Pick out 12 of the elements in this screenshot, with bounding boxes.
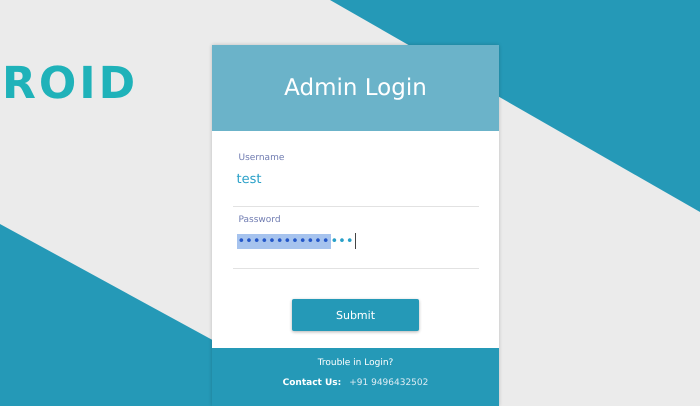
trouble-link[interactable]: Trouble in Login? xyxy=(318,358,394,368)
submit-button[interactable]: Submit xyxy=(292,299,419,331)
field-label: Username xyxy=(238,153,286,163)
logo-text: ROID xyxy=(2,62,138,106)
contact-label: Contact Us: xyxy=(282,378,342,388)
input-field[interactable]: Password ••••••••••••••• xyxy=(232,211,478,269)
field-value: test xyxy=(236,170,262,188)
contact-phone: +91 9496432502 xyxy=(349,378,428,388)
field-value: ••••••••••••••• xyxy=(236,232,357,251)
input-field[interactable]: Username test xyxy=(232,149,478,207)
login-title: Admin Login xyxy=(284,75,427,101)
field-label: Password xyxy=(238,215,282,225)
